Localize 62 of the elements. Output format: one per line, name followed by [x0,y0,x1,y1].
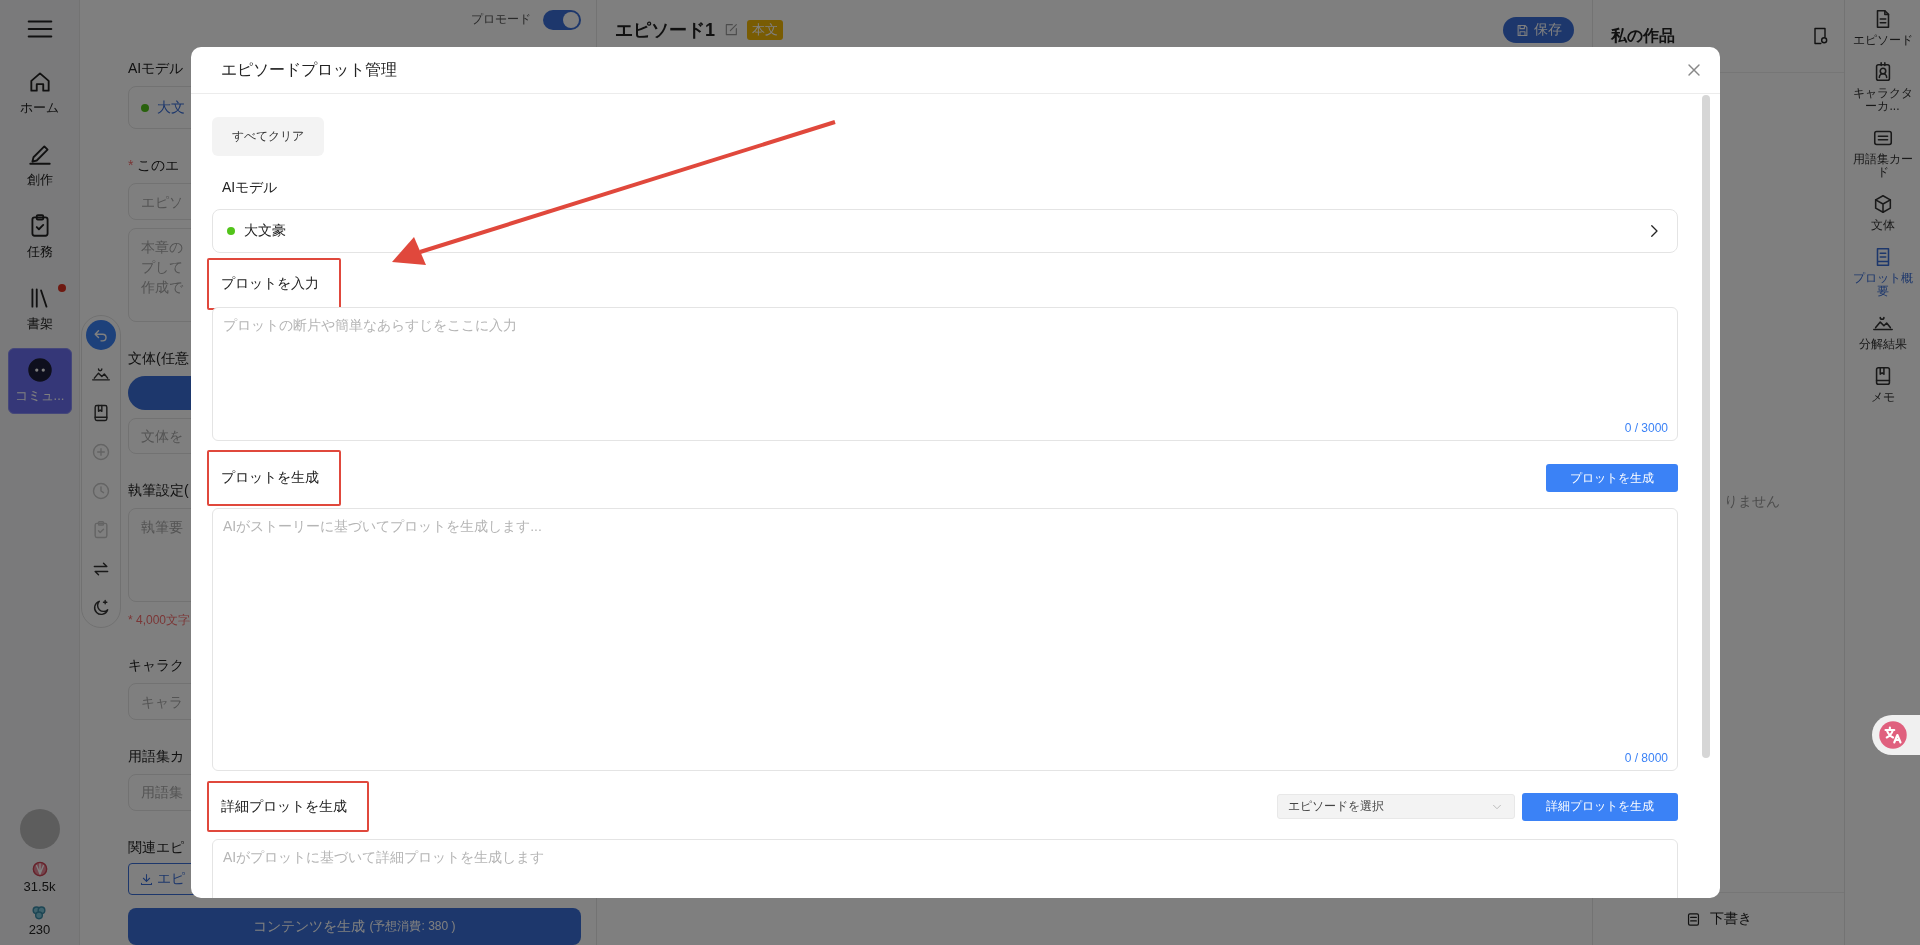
episode-select[interactable]: エピソードを選択 [1277,794,1515,819]
section-label: プロットを生成 [221,469,319,487]
field-label: 文体(任意 [128,350,189,367]
pro-mode-toggle[interactable] [543,9,581,30]
episode-title: エピソード1 [615,19,715,42]
plus-circle-icon [91,442,111,462]
field-label: AIモデル [128,59,184,76]
nav-item[interactable]: コミュ... [7,348,72,414]
save-icon [1515,22,1530,38]
clipboard-icon [91,520,111,540]
field-label: 用語集カ [128,748,184,765]
pro-mode-label: プロモード [471,11,531,29]
character-counter: 0 / 8000 [1624,751,1668,765]
clear-all-button[interactable]: すべてクリア [212,117,324,156]
download-icon [139,871,154,887]
generate-content-button[interactable]: コンテンツを生成 (予想消費: 380 ) [128,908,581,945]
stat-value: 31.5k [23,879,56,894]
character-counter: 0 / 3000 [1624,421,1668,435]
nav-item[interactable]: 任務 [7,204,72,270]
required-mark: * [128,157,134,174]
panel-title: 私の作品 [1611,25,1675,46]
moon-icon [91,598,111,618]
nav-item[interactable]: 書架 [7,276,72,342]
side-tab[interactable]: 分解結果 [1849,312,1916,351]
section-label: 詳細プロットを生成 [221,797,347,816]
field-label: このエ [137,157,180,174]
model-select[interactable]: 大文豪 [212,209,1678,253]
field-label: 執筆設定( [128,482,189,499]
toolbar-button[interactable] [86,320,116,350]
side-tab[interactable]: メモ [1849,365,1916,404]
generate-detail-button[interactable]: 詳細プロットを生成 [1522,792,1678,821]
draft-icon [1685,910,1702,928]
side-tab[interactable]: キャラクターカ... [1849,61,1916,113]
edit-icon[interactable] [723,22,739,38]
side-tab[interactable]: 用語集カード [1849,127,1916,179]
scrollbar[interactable] [1702,95,1710,758]
translate-icon [1878,720,1908,750]
chat-bubble-icon [26,357,53,383]
side-tab[interactable]: エピソード [1849,8,1916,47]
avatar[interactable] [19,809,60,849]
side-tab[interactable]: プロット概要 [1849,246,1916,298]
generate-plot-button[interactable]: プロットを生成 [1546,464,1678,492]
draft-button[interactable]: 下書き [1679,909,1758,929]
save-button[interactable]: 保存 [1503,17,1574,43]
book-icon [91,403,111,423]
side-tab[interactable]: 文体 [1849,193,1916,232]
section-label: プロットを入力 [221,275,319,293]
dialog-title: エピソードプロット管理 [221,59,397,80]
field-label: 関連エピ [128,838,184,855]
field-label: キャラク [128,657,184,674]
translate-button[interactable] [1872,715,1920,755]
body-tag: 本文 [747,20,783,40]
stat-value: 230 [28,922,51,937]
nav-item[interactable]: ホーム [7,60,72,126]
text-area[interactable]: AIがプロットに基づいて詳細プロットを生成します [212,839,1678,898]
swap-arrows-icon [91,559,111,579]
status-dot [227,227,235,235]
nav-item[interactable]: 創作 [7,132,72,198]
status-dot [141,103,149,112]
clock-icon [91,481,111,501]
character-limit-note: * 4,000文字 [128,612,192,630]
section-label: AIモデル [221,178,279,197]
